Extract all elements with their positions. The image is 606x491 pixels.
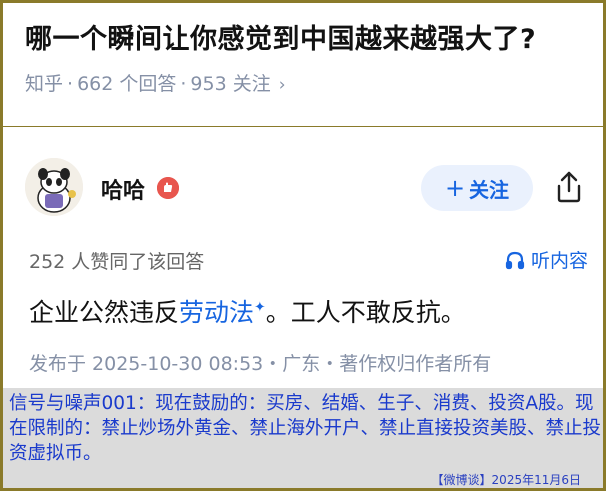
listen-label: 听内容 [531, 250, 589, 272]
plus-icon: + [444, 174, 466, 202]
content-text: 企业公然违反 [29, 298, 180, 327]
follow-label: 关注 [469, 177, 510, 202]
author-name[interactable]: 哈哈 [101, 173, 145, 205]
meta-separator: · [67, 73, 74, 95]
headphones-icon [505, 251, 525, 269]
avatar[interactable] [25, 158, 83, 216]
question-meta[interactable]: 知乎 · 662 个回答 · 953 关注 › [25, 69, 286, 96]
answer-content: 企业公然违反劳动法✦。工人不敢反抗。 [29, 293, 466, 329]
publish-info: 发布于 2025-10-30 08:53・广东・著作权归作者所有 [29, 353, 492, 375]
screenshot-frame: 哪一个瞬间让你感觉到中国越来越强大了? 知乎 · 662 个回答 · 953 关注 › 哈… [0, 0, 606, 491]
caption-footer: 【微博谈】2025年11月6日 [431, 473, 581, 487]
followers-count: 953 关注 [190, 73, 271, 95]
overlay-caption: 信号与噪声001：现在鼓励的：买房、结婚、生子、消费、投资A股。现在限制的：禁止… [3, 388, 603, 488]
meta-separator: · [180, 73, 187, 95]
labor-law-link[interactable]: 劳动法 [179, 298, 254, 327]
caption-text: 信号与噪声001：现在鼓励的：买房、结婚、生子、消费、投资A股。现在限制的：禁止… [9, 393, 602, 464]
share-icon[interactable] [553, 170, 585, 204]
chevron-right-icon: › [278, 75, 286, 95]
hand-badge-icon [157, 177, 179, 199]
likes-count: 252 人赞同了该回答 [29, 251, 205, 273]
answers-count: 662 个回答 [77, 73, 177, 95]
content-text: 。工人不敢反抗。 [265, 298, 466, 327]
follow-button[interactable]: + 关注 [421, 165, 533, 211]
listen-button[interactable]: 听内容 [505, 246, 588, 273]
source-label: 知乎 [25, 73, 64, 95]
question-header: 哪一个瞬间让你感觉到中国越来越强大了? 知乎 · 662 个回答 · 953 关注 › [3, 3, 603, 123]
header-divider [3, 126, 603, 127]
question-title[interactable]: 哪一个瞬间让你感觉到中国越来越强大了? [25, 17, 536, 56]
sparkle-icon: ✦ [254, 299, 266, 316]
